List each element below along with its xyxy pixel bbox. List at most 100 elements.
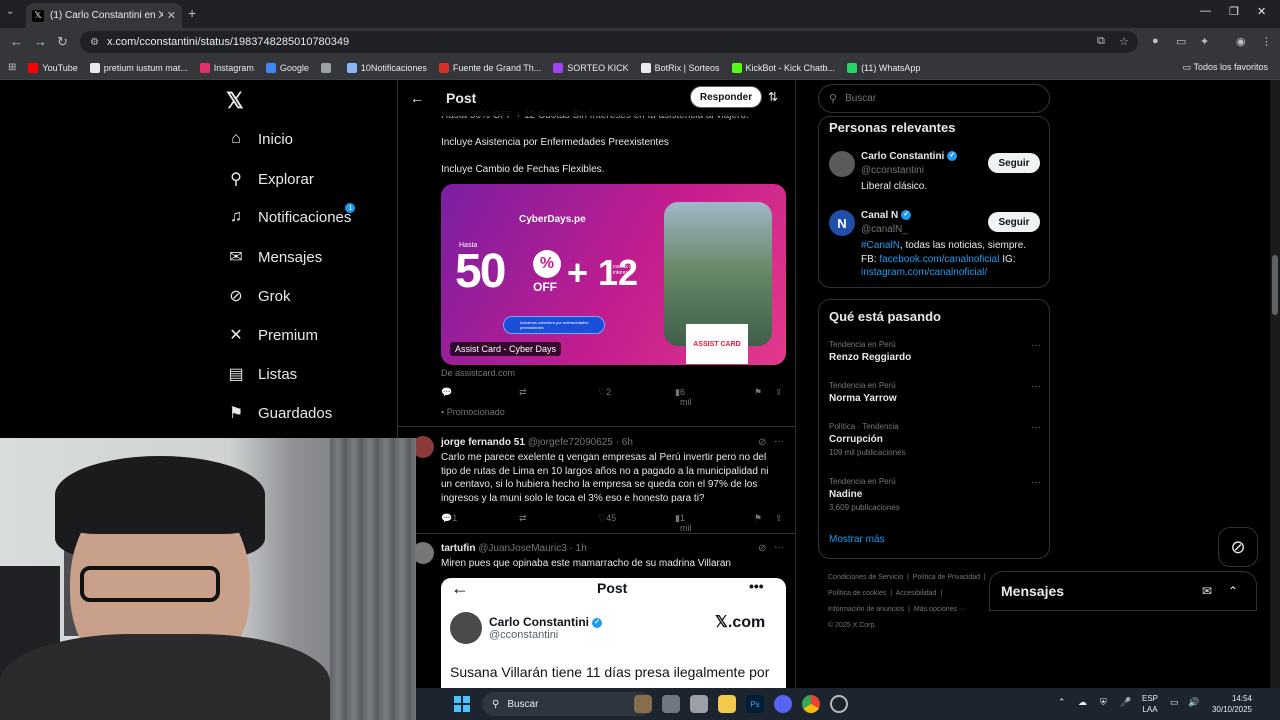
chrome-icon[interactable] [802,695,820,713]
like-icon[interactable]: ♡ 45 [598,513,616,524]
tray-chevron-icon[interactable]: ⌃ [1058,697,1066,708]
reply-button[interactable]: Responder [690,86,762,108]
clock[interactable]: 14:54 30/10/2025 [1206,693,1252,715]
bookmark-item[interactable]: pretium iustum mat... [89,62,188,73]
discord-icon[interactable] [774,695,792,713]
more-icon[interactable]: ··· [774,436,784,447]
extension-icon[interactable]: ● [1152,35,1159,47]
search-input[interactable]: ⚲ Buscar [818,84,1050,113]
tweet-author[interactable]: jorge fernando 51 [441,437,525,448]
avatar[interactable] [829,151,855,177]
nav-item-guardados[interactable]: ⚑ Guardados [226,403,332,423]
tweet-author[interactable]: tartufin [441,543,475,554]
bookmark-item[interactable]: Instagram [199,62,254,73]
file-explorer-icon[interactable] [718,695,736,713]
share-icon[interactable]: ⇪ [775,513,783,524]
bookmark-item[interactable]: 10Notificaciones [346,62,427,73]
url-field[interactable]: ⚙ x.com/cconstantini/status/198374828501… [80,31,1138,53]
task-view-icon[interactable] [662,695,680,713]
footer-link[interactable]: Política de Privacidad [913,574,980,581]
embedded-screenshot[interactable]: ← Post ••• Carlo Constantini ✓ @cconstant… [441,578,786,688]
bookmark-item[interactable]: BotRix | Sorteos [640,62,720,73]
new-message-icon[interactable]: ✉ [1202,584,1212,598]
taskbar-search[interactable]: ⚲ Buscar [482,692,652,716]
profile-avatar[interactable]: ◉ [1236,35,1246,48]
more-icon[interactable]: ··· [1031,422,1041,433]
minimize-icon[interactable]: — [1200,5,1211,17]
like-icon[interactable]: ♡ 2 [598,387,611,398]
trend-item[interactable]: Tendencia en Perú Nadine 3,609 publicacion… [829,477,1041,512]
puzzle-icon[interactable]: ✦ [1200,35,1209,48]
nav-item-notificaciones[interactable]: ♫ 1 Notificaciones [226,203,356,226]
ad-source[interactable]: De assistcard.com [441,368,515,378]
page-scrollbar[interactable] [1270,80,1280,688]
bookmark-item[interactable]: YouTube [28,62,78,73]
retweet-icon[interactable]: ⇄ [519,513,527,524]
microphone-icon[interactable]: 🎤 [1120,697,1131,708]
x-logo-icon[interactable]: 𝕏 [226,88,244,114]
photoshop-icon[interactable]: Ps [746,695,764,713]
forward-icon[interactable]: → [34,34,47,49]
share-icon[interactable]: ⇪ [775,387,783,398]
messages-drawer[interactable]: Mensajes ✉ ⌃ [989,571,1257,611]
sliders-icon[interactable]: ⇅ [768,90,778,104]
person-name[interactable]: Canal N ✓ [861,210,912,221]
bookmark-item[interactable]: (11) WhatsApp [847,62,920,73]
nav-item-listas[interactable]: ▤ Listas [226,364,297,384]
start-button[interactable] [454,696,470,712]
nav-item-inicio[interactable]: ⌂ Inicio [226,130,293,148]
footer-link[interactable]: Condiciones de Servicio [828,574,903,581]
browser-menu-icon[interactable]: ⋮ [1261,35,1272,48]
footer-link[interactable]: Accesibilidad [896,590,937,597]
bookmark-item[interactable] [320,62,335,73]
bookmark-item[interactable]: Fuente de Grand Th... [438,62,541,73]
nav-item-mensajes[interactable]: ✉ Mensajes [226,247,322,267]
grok-explain-icon[interactable]: ⊘ [758,543,766,554]
network-icon[interactable]: ▭ [1170,697,1179,708]
scroll-thumb[interactable] [1272,255,1278,315]
shield-icon[interactable]: ⛨ [1100,697,1107,708]
views-icon[interactable]: ▮ 6 mil [675,387,691,407]
bookmark-icon[interactable]: ⚑ [754,513,762,524]
show-more-link[interactable]: Mostrar más [829,534,885,545]
volume-icon[interactable]: 🔊 [1188,697,1199,708]
bookmark-icon[interactable]: ⚑ [754,387,762,398]
back-icon[interactable]: ← [10,34,23,49]
tweet-handle[interactable]: @jorgefe72090625 [528,437,613,448]
install-app-icon[interactable]: ⧉ [1097,35,1105,48]
follow-button[interactable]: Seguir [988,212,1040,232]
bookmark-item[interactable]: KickBot - Kick Chatb... [731,62,835,73]
grok-explain-icon[interactable]: ⊘ [758,437,766,448]
tab-search-icon[interactable]: ⌄ [6,6,14,17]
reload-icon[interactable]: ↻ [57,34,68,50]
follow-button[interactable]: Seguir [988,153,1040,173]
tweet-handle[interactable]: @JuanJoseMauric3 [478,543,567,554]
cloud-icon[interactable]: ☁ [1078,697,1087,708]
app-icon[interactable] [690,695,708,713]
browser-tab[interactable]: 𝕏 (1) Carlo Constantini en X: "Mi... ✕ [26,3,182,28]
star-icon[interactable]: ☆ [1119,35,1129,48]
site-info-icon[interactable]: ⚙ [90,37,99,48]
nav-item-premium[interactable]: ✕ Premium [226,325,318,345]
more-icon[interactable]: ··· [1031,340,1041,351]
footer-link[interactable]: Política de cookies [828,590,886,597]
bookmark-item[interactable]: SORTEO KICK [553,62,629,73]
language-indicator[interactable]: ESP LAA [1142,693,1158,715]
close-tab-icon[interactable]: ✕ [167,9,176,22]
expand-icon[interactable]: ⌃ [1228,584,1238,598]
person-name[interactable]: Carlo Constantini ✓ [861,151,958,162]
avatar[interactable]: N [829,210,855,236]
bookmark-item[interactable]: Google [265,62,309,73]
retweet-icon[interactable]: ⇄ [519,387,527,398]
media-icon[interactable]: ▭ [1176,35,1186,48]
more-icon[interactable]: ··· [1031,381,1041,392]
nav-item-grok[interactable]: ⊘ Grok [226,286,290,306]
apps-icon[interactable]: ⊞ [8,62,16,73]
grok-button[interactable]: ⊘ [1218,527,1258,567]
all-bookmarks-folder[interactable]: ▭ Todos los favoritos [1183,62,1268,73]
trend-item[interactable]: Tendencia en Perú Norma Yarrow ··· [829,381,1041,404]
restore-icon[interactable]: ❐ [1229,5,1239,18]
reply-icon[interactable]: 💬 1 [441,513,457,524]
trend-item[interactable]: Tendencia en Perú Renzo Reggiardo ··· [829,340,1041,363]
new-tab-icon[interactable]: + [188,5,196,21]
